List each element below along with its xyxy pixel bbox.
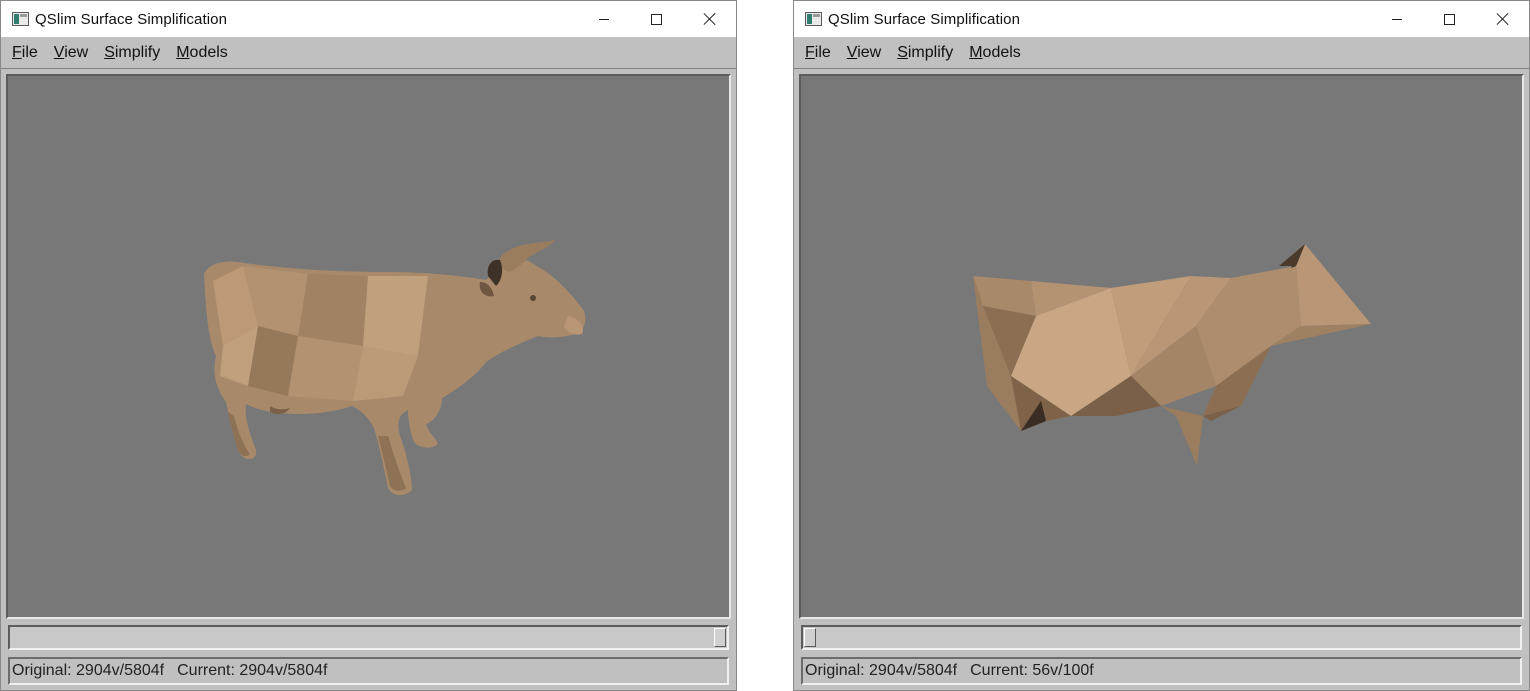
menu-view[interactable]: View [839, 42, 889, 64]
status-original: Original: 2904v/5804f [805, 662, 958, 679]
menu-file[interactable]: File [797, 42, 839, 64]
status-current: Current: 56v/100f [970, 662, 1094, 679]
maximize-icon [1444, 13, 1455, 25]
menu-view[interactable]: View [46, 42, 96, 64]
render-viewport[interactable] [6, 74, 731, 619]
app-icon [805, 12, 822, 26]
minimize-button[interactable] [577, 1, 630, 37]
status-bar: Original: 2904v/5804f Current: 2904v/5804… [8, 657, 729, 685]
minimize-button[interactable] [1370, 1, 1423, 37]
window-title: QSlim Surface Simplification [828, 10, 1021, 28]
title-bar[interactable]: QSlim Surface Simplification [1, 1, 736, 37]
menu-simplify[interactable]: Simplify [96, 42, 168, 64]
menu-models[interactable]: Models [168, 42, 236, 64]
title-bar[interactable]: QSlim Surface Simplification [794, 1, 1529, 37]
maximize-button[interactable] [630, 1, 683, 37]
menu-simplify[interactable]: Simplify [889, 42, 961, 64]
render-viewport[interactable] [799, 74, 1524, 619]
window-title: QSlim Surface Simplification [35, 10, 228, 28]
simplify-slider[interactable] [8, 625, 729, 650]
status-original: Original: 2904v/5804f [12, 662, 165, 679]
minimize-icon [1391, 18, 1402, 20]
simplify-slider[interactable] [801, 625, 1522, 650]
status-current: Current: 2904v/5804f [177, 662, 328, 679]
app-icon [12, 12, 29, 26]
slider-handle[interactable] [804, 628, 816, 647]
close-button[interactable] [1476, 1, 1529, 37]
menu-file[interactable]: File [4, 42, 46, 64]
qslim-window-left: QSlim Surface Simplification File View S… [0, 0, 737, 691]
close-icon [704, 13, 716, 25]
menu-models[interactable]: Models [961, 42, 1029, 64]
maximize-icon [651, 13, 662, 25]
slider-handle[interactable] [714, 628, 726, 647]
menu-bar: File View Simplify Models [1, 38, 736, 69]
status-bar: Original: 2904v/5804f Current: 56v/100f [801, 657, 1522, 685]
qslim-window-right: QSlim Surface Simplification File View S… [793, 0, 1530, 691]
menu-bar: File View Simplify Models [794, 38, 1529, 69]
cow-mesh-detailed [204, 240, 586, 496]
minimize-icon [598, 18, 609, 20]
close-button[interactable] [683, 1, 736, 37]
maximize-button[interactable] [1423, 1, 1476, 37]
cow-mesh-simplified [973, 244, 1371, 466]
close-icon [1497, 13, 1509, 25]
